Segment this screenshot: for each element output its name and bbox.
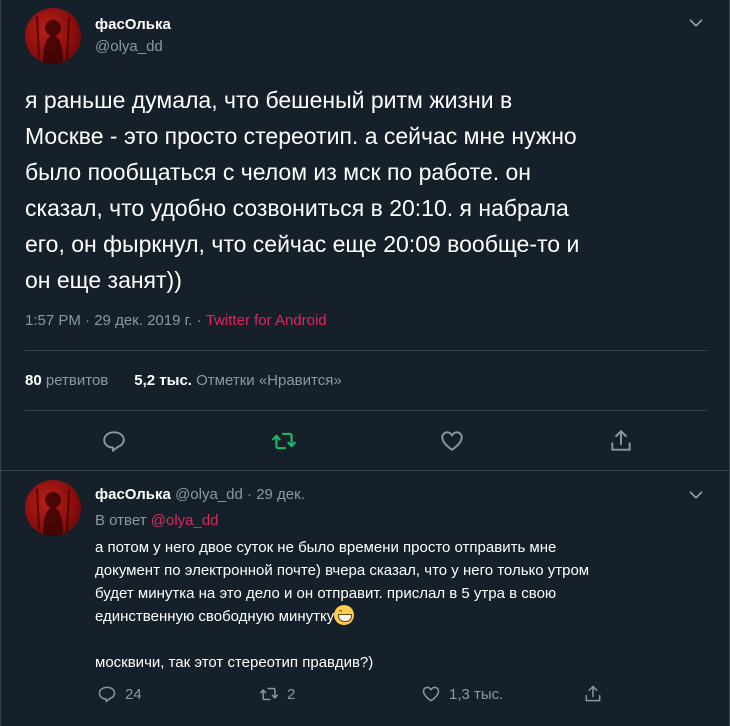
tweet-detail-view: фасОлька @olya_dd я раньше думала, что б… — [0, 0, 730, 726]
author-handle[interactable]: @olya_dd — [175, 486, 243, 503]
tweet-source-link[interactable]: Twitter for Android — [206, 312, 327, 329]
replying-to-label: В ответ — [95, 512, 147, 529]
reply-bubble-icon[interactable] — [101, 428, 127, 454]
heart-icon — [422, 686, 440, 702]
reply-header: фасОлька @olya_dd · 29 дек. — [95, 486, 305, 503]
retweet-count: 2 — [287, 685, 296, 703]
share-icon — [585, 685, 601, 702]
replying-to: В ответ @olya_dd — [95, 512, 219, 529]
heart-icon[interactable] — [439, 428, 465, 454]
retweet-action[interactable]: 2 — [259, 683, 295, 705]
avatar[interactable] — [25, 480, 81, 536]
retweet-label: ретвитов — [45, 372, 109, 389]
meta-separator: · — [85, 312, 91, 329]
mention-link[interactable]: @olya_dd — [151, 512, 219, 529]
like-count: 5,2 тыс. — [134, 372, 192, 389]
meta-separator: · — [247, 486, 253, 503]
retweets-stat[interactable]: 80 ретвитов — [25, 372, 108, 389]
tweet-text: я раньше думала, что бешеный ритм жизни … — [25, 87, 580, 293]
engagement-stats: 80 ретвитов 5,2 тыс. Отметки «Нравится» — [25, 372, 342, 389]
grinning-face-emoji — [334, 605, 355, 625]
retweet-icon[interactable] — [271, 428, 297, 454]
tweet-separator — [1, 470, 730, 471]
divider — [25, 350, 707, 351]
like-label: Отметки «Нравится» — [196, 372, 342, 389]
likes-stat[interactable]: 5,2 тыс. Отметки «Нравится» — [134, 372, 341, 389]
main-tweet: фасОлька @olya_dd я раньше думала, что б… — [1, 0, 730, 470]
tweet-metadata: 1:57 PM · 29 дек. 2019 г. · Twitter for … — [25, 312, 327, 329]
reply-text: а потом у него двое суток не было времен… — [95, 536, 705, 674]
avatar[interactable] — [25, 8, 81, 64]
reply-text-part: москвичи, так этот стереотип правдив?) — [95, 654, 374, 671]
share-action[interactable] — [583, 683, 603, 705]
meta-separator: · — [196, 312, 202, 329]
divider — [25, 410, 707, 411]
retweet-count: 80 — [25, 372, 42, 389]
reply-count: 24 — [125, 685, 142, 703]
author-name[interactable]: фасОлька — [95, 486, 171, 503]
author-name[interactable]: фасОлька — [95, 16, 171, 33]
reply-date[interactable]: 29 дек. — [256, 486, 305, 503]
chevron-down-icon[interactable] — [685, 12, 707, 34]
retweet-icon — [259, 687, 279, 701]
share-icon[interactable] — [608, 428, 634, 454]
reply-action[interactable]: 24 — [97, 683, 142, 705]
tweet-time[interactable]: 1:57 PM — [25, 312, 81, 329]
reply-bubble-icon — [98, 686, 116, 703]
like-action[interactable]: 1,3 тыс. — [421, 683, 503, 705]
chevron-down-icon[interactable] — [685, 484, 707, 506]
tweet-date[interactable]: 29 дек. 2019 г. — [94, 312, 192, 329]
like-count: 1,3 тыс. — [449, 685, 504, 703]
author-handle[interactable]: @olya_dd — [95, 38, 163, 55]
